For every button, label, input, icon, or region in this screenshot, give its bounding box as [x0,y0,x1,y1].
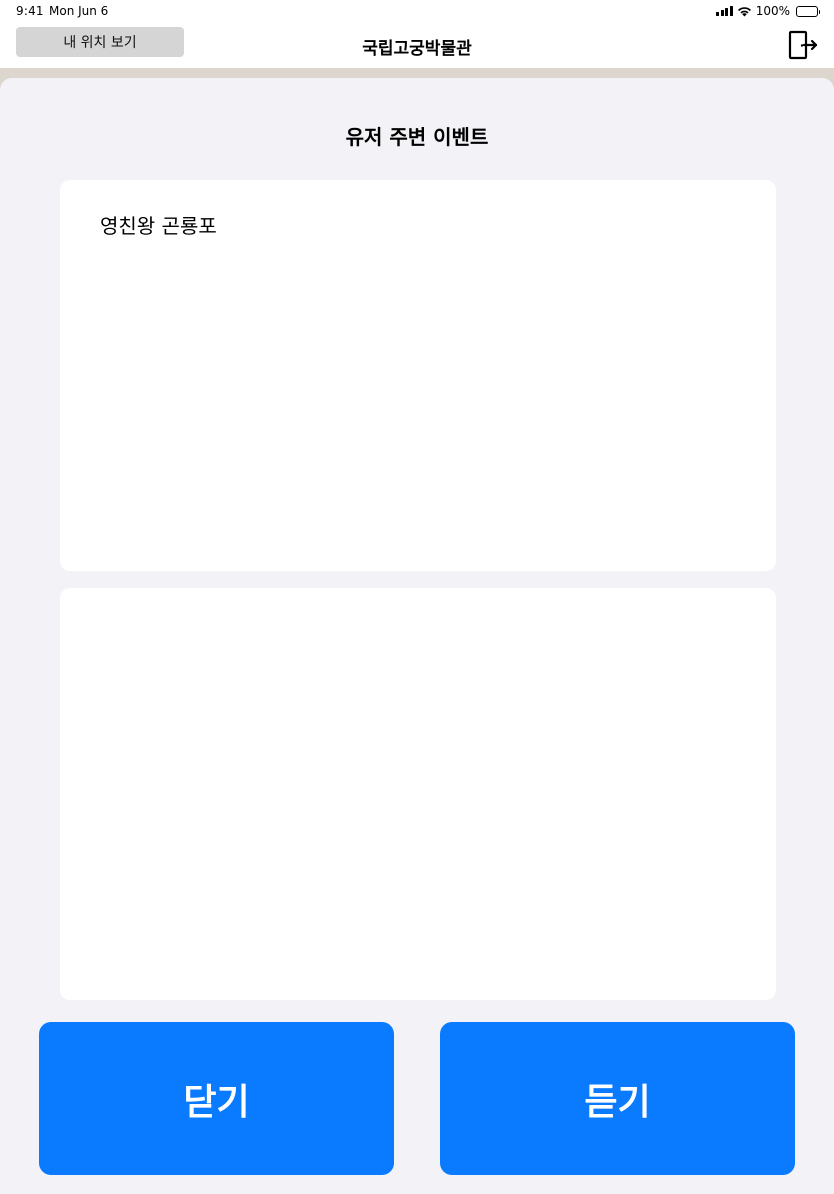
status-indicators: 100% [716,4,820,18]
event-name: 영친왕 곤룡포 [100,214,217,238]
page-title: 국립고궁박물관 [362,39,472,59]
status-bar: 9:41 Mon Jun 6 100% [0,0,834,24]
battery-icon [796,5,820,17]
sheet-title: 유저 주변 이벤트 [345,125,489,149]
status-date: Mon Jun 6 [49,4,109,18]
event-title-card: 영친왕 곤룡포 [60,180,776,571]
nearby-events-sheet: 유저 주변 이벤트 영친왕 곤룡포 닫기 듣기 [0,78,834,1194]
cellular-signal-icon [716,6,733,16]
wifi-icon [737,6,752,17]
event-description-card [60,588,776,1000]
exit-door-icon[interactable] [786,28,820,62]
close-button[interactable]: 닫기 [39,1022,394,1175]
status-time: 9:41 [16,4,44,18]
battery-percentage: 100% [755,4,790,18]
navigation-bar: 내 위치 보기 국립고궁박물관 [0,24,834,68]
listen-button[interactable]: 듣기 [440,1022,795,1175]
